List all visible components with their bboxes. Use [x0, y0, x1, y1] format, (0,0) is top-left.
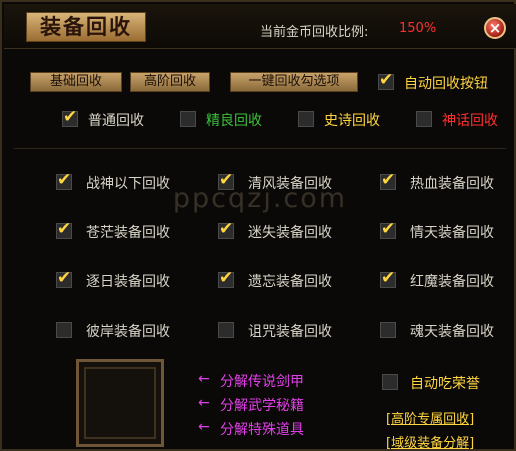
basic-recycle-tab[interactable]: 基础回收	[30, 72, 122, 92]
auto-recycle-label: 自动回收按钮	[404, 76, 488, 92]
grade-checkbox[interactable]	[298, 111, 314, 127]
watermark-text: ppcqzj.com	[172, 183, 348, 214]
equipment-checkbox[interactable]	[56, 322, 72, 338]
equipment-label: 红魔装备回收	[410, 274, 494, 290]
gold-ratio-label: 当前金币回收比例:	[260, 25, 369, 40]
equipment-label: 苍茫装备回收	[86, 225, 170, 241]
equipment-checkbox[interactable]	[56, 268, 72, 288]
advanced-recycle-tab[interactable]: 高阶回收	[130, 72, 210, 92]
divider	[14, 148, 506, 149]
item-drop-slot[interactable]	[76, 359, 164, 447]
auto-recycle-checkbox[interactable]	[378, 70, 394, 90]
decompose-item[interactable]: 分解传说剑甲	[220, 371, 304, 391]
equipment-label: 诅咒装备回收	[248, 324, 332, 340]
equipment-label: 遗忘装备回收	[248, 274, 332, 290]
arrow-left-icon: ←	[198, 371, 210, 387]
decompose-item[interactable]: 分解武学秘籍	[220, 395, 304, 415]
close-button[interactable]: ×	[484, 17, 506, 39]
title-bar: 装备回收 当前金币回收比例: 150% ×	[4, 4, 516, 49]
equipment-checkbox[interactable]	[56, 219, 72, 239]
grade-label: 神话回收	[442, 113, 498, 129]
grade-checkbox[interactable]	[416, 111, 432, 127]
auto-honor-label: 自动吃荣誉	[410, 376, 480, 392]
grade-checkbox[interactable]	[62, 107, 78, 127]
equipment-label: 逐日装备回收	[86, 274, 170, 290]
one-click-recycle-button[interactable]: 一键回收勾选项	[230, 72, 358, 92]
panel-title: 装备回收	[26, 12, 146, 42]
equipment-checkbox[interactable]	[218, 219, 234, 239]
domain-decompose-link[interactable]: [域级装备分解]	[386, 432, 474, 451]
gold-ratio-value: 150%	[399, 21, 437, 36]
grade-label: 史诗回收	[324, 113, 380, 129]
grade-label: 普通回收	[88, 113, 144, 129]
grade-label: 精良回收	[206, 113, 262, 129]
equipment-label: 魂天装备回收	[410, 324, 494, 340]
equipment-label: 情天装备回收	[410, 225, 494, 241]
equipment-checkbox[interactable]	[218, 268, 234, 288]
auto-honor-checkbox[interactable]	[382, 374, 398, 390]
equipment-checkbox[interactable]	[380, 268, 396, 288]
arrow-left-icon: ←	[198, 395, 210, 411]
equipment-checkbox[interactable]	[380, 219, 396, 239]
equipment-checkbox[interactable]	[380, 322, 396, 338]
equipment-label: 迷失装备回收	[248, 225, 332, 241]
decompose-item[interactable]: 分解特殊道具	[220, 419, 304, 439]
equipment-checkbox[interactable]	[218, 322, 234, 338]
grade-checkbox[interactable]	[180, 111, 196, 127]
advanced-recycle-link[interactable]: [高阶专属回收]	[386, 408, 474, 427]
equipment-label: 彼岸装备回收	[86, 324, 170, 340]
arrow-left-icon: ←	[198, 419, 210, 435]
recycle-panel: 装备回收 当前金币回收比例: 150% × 基础回收 高阶回收 一键回收勾选项 …	[0, 0, 516, 451]
